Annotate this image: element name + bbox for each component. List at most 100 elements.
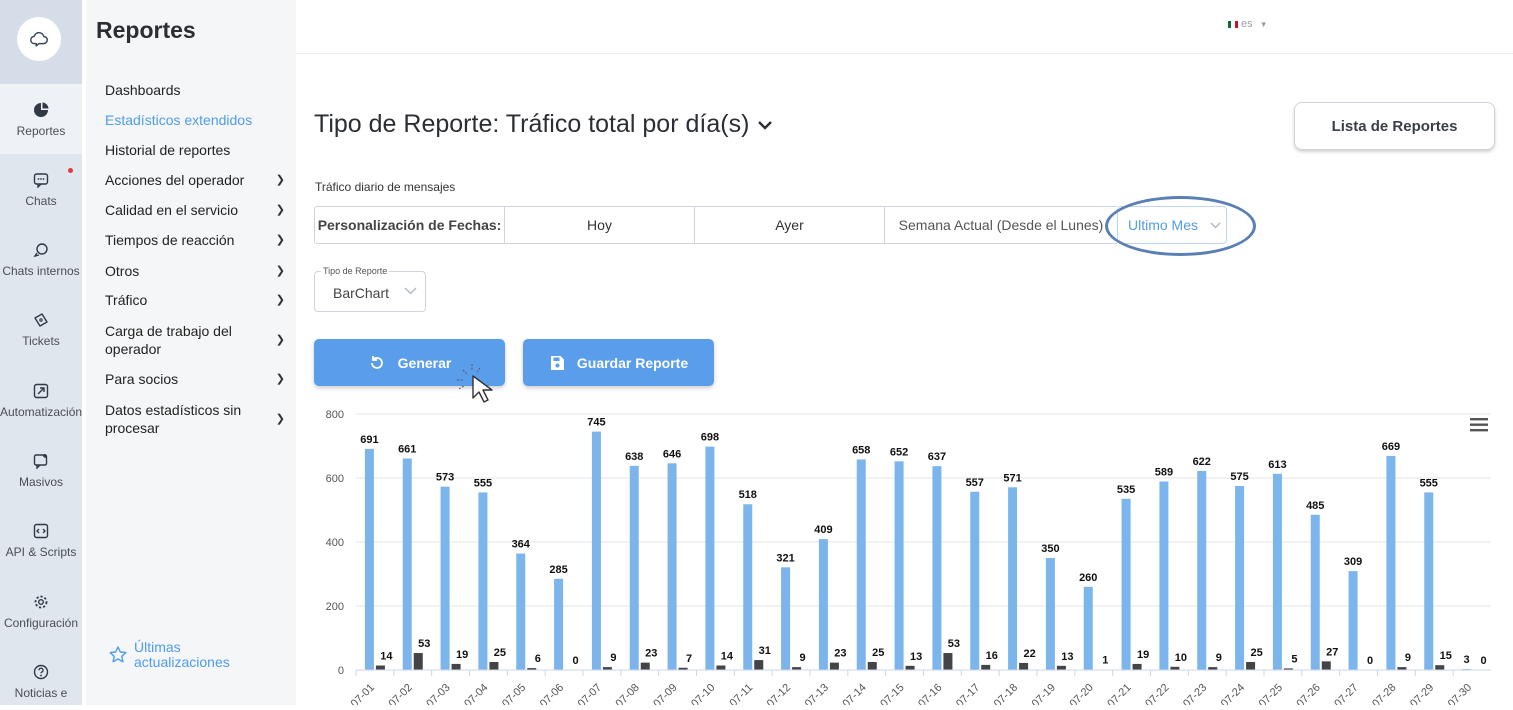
menu-item-label: Tráfico	[105, 292, 147, 308]
rail-item-masivos[interactable]: Masivos	[0, 453, 82, 489]
bar-total	[668, 463, 677, 670]
data-label: 571	[1003, 472, 1021, 484]
rail-item-api-scripts[interactable]: API & Scripts	[0, 523, 82, 559]
data-label: 16	[986, 650, 998, 662]
chevron-down-icon: ❯	[276, 331, 285, 349]
data-label: 409	[814, 524, 832, 536]
menu-item-carga-trabajo[interactable]: Carga de trabajo del operador❯	[105, 322, 285, 358]
y-tick-label: 400	[326, 537, 344, 549]
data-label: 0	[1481, 655, 1487, 667]
data-label: 638	[625, 451, 643, 463]
x-tick-label: 07-29	[1408, 682, 1436, 705]
bar-secondary	[754, 660, 763, 670]
menu-item-trafico[interactable]: Tráfico❯	[105, 291, 285, 309]
bar-secondary	[414, 653, 423, 670]
menu-item-calidad-servicio[interactable]: Calidad en el servicio❯	[105, 201, 285, 219]
mexico-flag-icon	[1228, 21, 1238, 28]
bar-total	[365, 449, 374, 670]
data-label: 658	[852, 444, 870, 456]
save-report-label: Guardar Reporte	[577, 355, 688, 371]
chart-menu-icon[interactable]	[1470, 418, 1488, 432]
bar-total	[516, 554, 525, 670]
data-label: 53	[948, 638, 960, 650]
menu-item-acciones-operador[interactable]: Acciones del operador❯	[105, 171, 285, 189]
rail-item-label: Masivos	[19, 475, 63, 489]
data-label: 9	[1216, 652, 1222, 664]
data-label: 13	[910, 651, 922, 663]
generate-label: Generar	[398, 355, 452, 371]
report-type-select[interactable]: Tipo de Reporte BarChart	[314, 271, 426, 312]
app-logo[interactable]	[17, 17, 61, 61]
bar-secondary	[830, 663, 839, 670]
data-label: 589	[1155, 467, 1173, 479]
bar-total	[1349, 571, 1358, 670]
x-tick-label: 07-20	[1067, 682, 1095, 705]
bar-total	[1311, 515, 1320, 670]
chat-icon	[33, 172, 49, 188]
data-label: 27	[1326, 646, 1338, 658]
menu-item-historial[interactable]: Historial de reportes	[105, 141, 285, 159]
date-today-button[interactable]: Hoy	[505, 206, 695, 244]
bar-secondary	[981, 665, 990, 670]
chevron-down-icon	[404, 287, 417, 296]
x-tick-label: 07-21	[1105, 682, 1133, 705]
menu-item-dashboards[interactable]: Dashboards	[105, 81, 285, 99]
bar-total	[781, 567, 790, 670]
rail-item-configuracion[interactable]: Configuración	[0, 594, 82, 630]
y-tick-label: 0	[338, 665, 344, 677]
rail-item-label: Configuración	[4, 616, 78, 630]
menu-item-label: Calidad en el servicio	[105, 202, 238, 218]
rail-item-tickets[interactable]: Tickets	[0, 312, 82, 348]
broadcast-icon	[33, 453, 49, 469]
menu-item-para-socios[interactable]: Para socios❯	[105, 370, 285, 388]
x-tick-label: 07-02	[386, 682, 414, 705]
chart-canvas: 02004006008006911407-016615307-025731907…	[296, 400, 1513, 705]
bar-total	[1235, 486, 1244, 670]
rail-item-chats[interactable]: Chats	[0, 172, 82, 208]
x-tick-label: 07-05	[500, 682, 528, 705]
x-tick-label: 07-04	[462, 682, 490, 705]
rail-item-reportes[interactable]: Reportes	[0, 84, 82, 154]
page-title: Tipo de Reporte: Tráfico total por día(s…	[314, 110, 749, 139]
data-label: 22	[1023, 648, 1035, 660]
x-tick-label: 07-03	[424, 682, 452, 705]
menu-item-tiempos-reaccion[interactable]: Tiempos de reacción❯	[105, 231, 285, 249]
report-list-button[interactable]: Lista de Reportes	[1294, 102, 1495, 150]
language-selector[interactable]: es ▼	[1228, 18, 1268, 30]
x-tick-label: 07-23	[1181, 682, 1209, 705]
bar-total	[819, 539, 828, 670]
top-bar: es ▼	[296, 0, 1513, 54]
automation-icon	[33, 383, 49, 399]
menu-item-datos-sin-procesar[interactable]: Datos estadísticos sin procesar❯	[105, 401, 285, 437]
x-tick-label: 07-10	[689, 682, 717, 705]
refresh-icon	[368, 354, 386, 372]
rail-item-chats-internos[interactable]: Chats internos	[0, 242, 82, 278]
latest-updates-link[interactable]: Últimas actualizaciones	[108, 640, 234, 670]
report-type-label: Tipo de Reporte	[321, 266, 389, 276]
x-tick-label: 07-28	[1370, 682, 1398, 705]
highlight-annotation	[1105, 196, 1256, 256]
data-label: 575	[1230, 471, 1248, 483]
data-label: 25	[494, 647, 506, 659]
bar-secondary	[716, 666, 725, 670]
save-report-button[interactable]: Guardar Reporte	[523, 339, 714, 386]
bar-secondary	[1246, 662, 1255, 670]
bar-total	[857, 459, 866, 670]
bar-total	[1273, 474, 1282, 670]
rail-item-noticias[interactable]: Noticias e	[0, 664, 82, 700]
data-label: 350	[1041, 543, 1059, 555]
report-type-title[interactable]: Tipo de Reporte: Tráfico total por día(s…	[314, 110, 773, 139]
data-label: 652	[890, 446, 908, 458]
rail-item-automatizacion[interactable]: Automatización	[0, 383, 82, 419]
x-tick-label: 07-12	[765, 682, 793, 705]
data-label: 535	[1117, 484, 1135, 496]
data-label: 5	[1291, 653, 1297, 665]
date-yesterday-button[interactable]: Ayer	[695, 206, 885, 244]
menu-item-estadisticos-extendidos[interactable]: Estadísticos extendidos	[105, 111, 285, 129]
bar-secondary	[641, 663, 650, 670]
menu-item-otros[interactable]: Otros❯	[105, 262, 285, 280]
bar-total	[478, 492, 487, 670]
data-label: 31	[759, 645, 771, 657]
date-week-button[interactable]: Semana Actual (Desde el Lunes)	[885, 206, 1117, 244]
bar-secondary	[1435, 665, 1444, 670]
